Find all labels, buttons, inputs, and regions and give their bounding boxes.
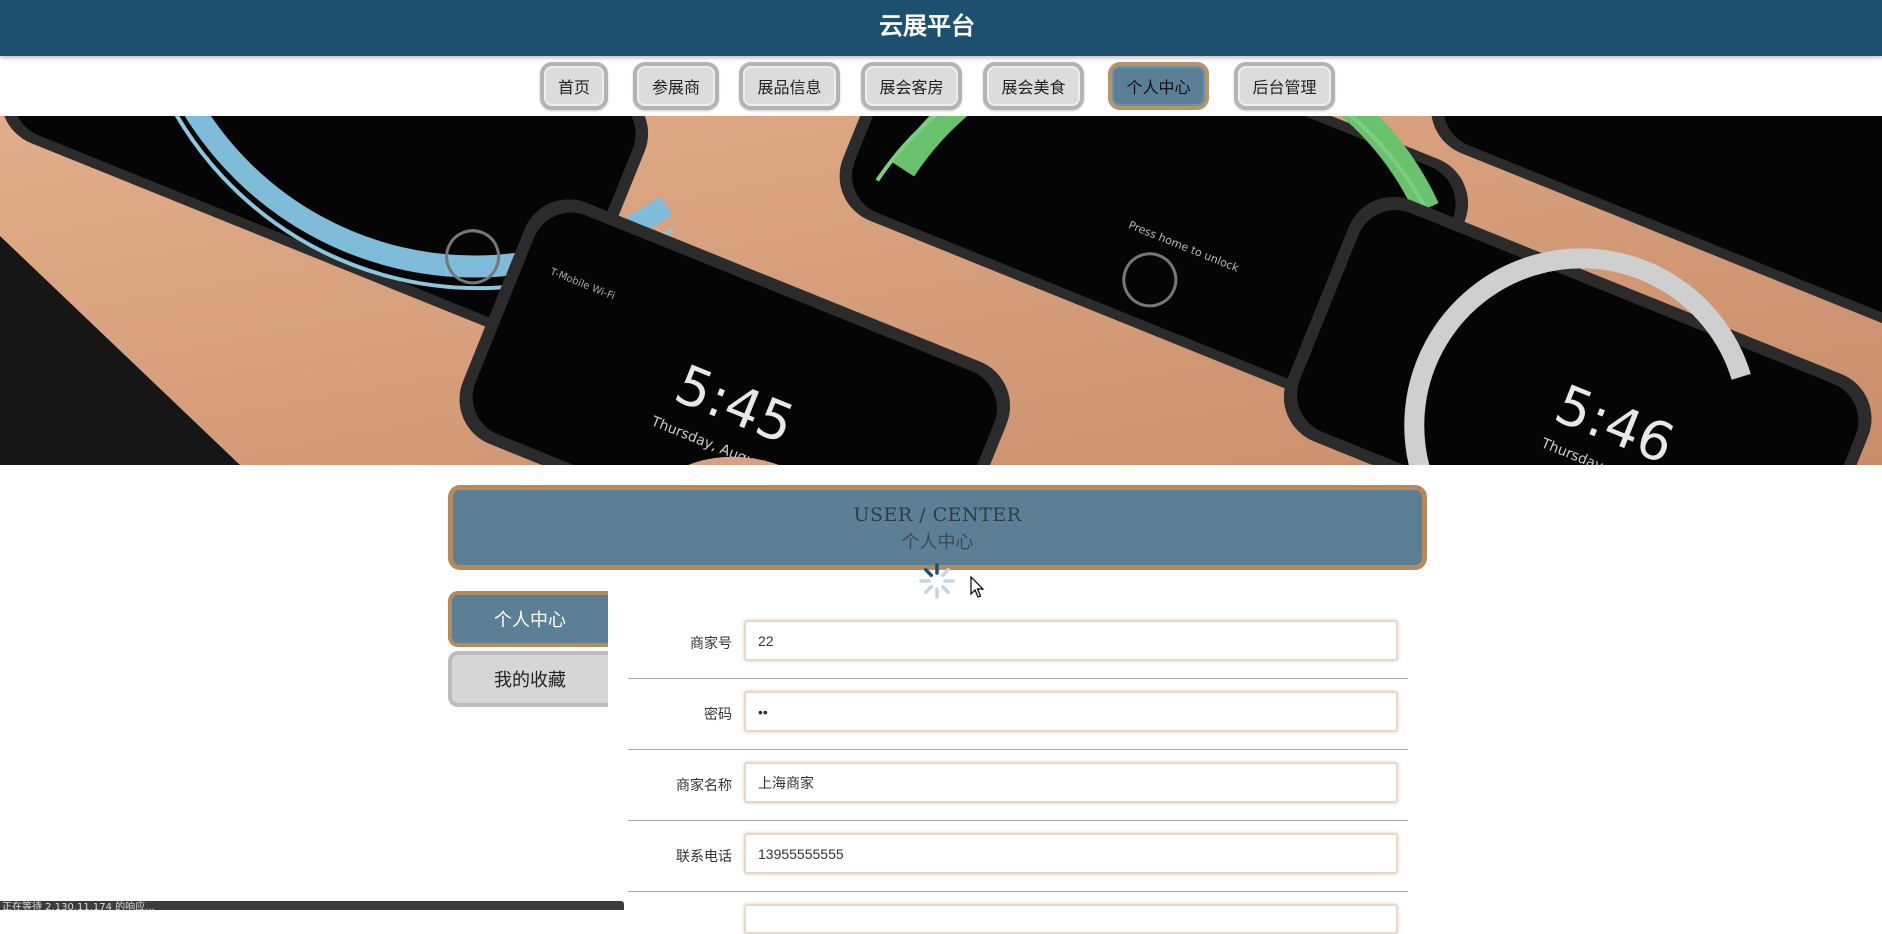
user-center-title-en: USER / CENTER [853, 504, 1022, 526]
form-row-merchant-id: 商家号 [628, 608, 1408, 679]
password-label: 密码 [704, 707, 732, 723]
main-nav: 首页 参展商 展品信息 展会客房 展会美食 个人中心 后台管理 [0, 62, 1882, 112]
nav-home[interactable]: 首页 [540, 62, 608, 110]
form-row-password: 密码 [628, 679, 1408, 750]
nav-exhibitors[interactable]: 参展商 [633, 62, 719, 110]
form-row-merchant-name: 商家名称 [628, 750, 1408, 821]
sidebar-item-favorites[interactable]: 我的收藏 [448, 651, 608, 707]
mouse-pointer-icon [970, 576, 985, 598]
next-field-input[interactable] [744, 904, 1398, 934]
merchant-name-input[interactable] [744, 762, 1398, 803]
profile-form: 商家号 密码 商家名称 联系电话 [628, 608, 1408, 934]
user-center-header: USER / CENTER 个人中心 [448, 485, 1427, 570]
banner-image: 5:45 Thursday, August 30 T-Mobile Wi-Fi … [0, 116, 1882, 465]
nav-food[interactable]: 展会美食 [983, 62, 1084, 110]
top-bar: 云展平台 [0, 0, 1882, 56]
phone-input[interactable] [744, 833, 1398, 874]
merchant-id-input[interactable] [744, 620, 1398, 661]
form-row-phone: 联系电话 [628, 821, 1408, 892]
nav-exhibits[interactable]: 展品信息 [739, 62, 840, 110]
merchant-name-label: 商家名称 [676, 778, 732, 794]
password-input[interactable] [744, 691, 1398, 732]
site-title: 云展平台 [879, 12, 975, 40]
nav-rooms[interactable]: 展会客房 [861, 62, 962, 110]
user-center-title-cn: 个人中心 [901, 532, 974, 553]
browser-status-bar: 正在等待 2.130.11.174 的响应... [0, 901, 624, 910]
nav-admin[interactable]: 后台管理 [1234, 62, 1335, 110]
nav-user-center[interactable]: 个人中心 [1108, 62, 1209, 110]
form-row-next [628, 892, 1408, 934]
sidebar-item-user-center[interactable]: 个人中心 [448, 591, 608, 647]
loading-spinner-icon [919, 563, 955, 599]
merchant-id-label: 商家号 [690, 636, 732, 652]
phone-label: 联系电话 [676, 849, 732, 865]
